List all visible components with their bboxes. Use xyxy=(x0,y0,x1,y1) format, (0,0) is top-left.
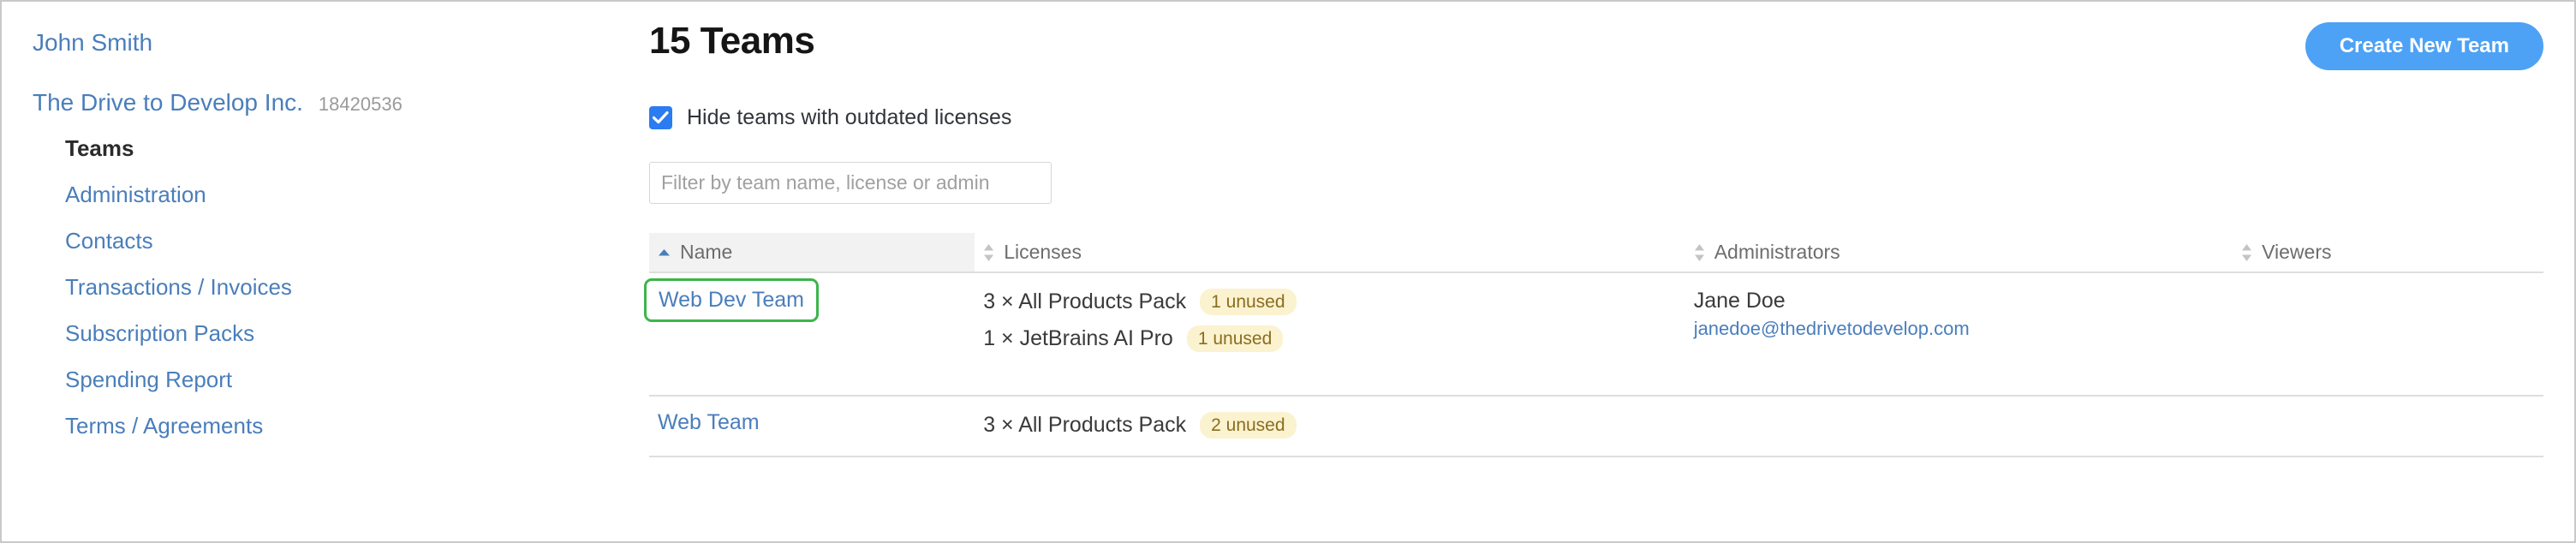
sidebar-item-spending-report[interactable]: Spending Report xyxy=(65,368,635,391)
cell-administrators xyxy=(1685,396,2233,457)
sidebar-org-id: 18420536 xyxy=(318,93,402,115)
sidebar-item-contacts[interactable]: Contacts xyxy=(65,230,635,252)
sort-both-icon xyxy=(1694,243,1705,262)
sort-ascending-icon xyxy=(658,248,671,257)
column-header-administrators-label: Administrators xyxy=(1714,241,1840,263)
sidebar-item-teams[interactable]: Teams xyxy=(65,137,635,159)
page-header: 15 Teams Create New Team xyxy=(649,2,2543,70)
column-header-viewers[interactable]: Viewers xyxy=(2233,233,2543,273)
cell-team-name: Web Dev Team xyxy=(644,272,975,397)
cell-administrators: Jane Doe janedoe@thedrivetodevelop.com xyxy=(1685,272,2233,397)
column-header-viewers-label: Viewers xyxy=(2262,241,2332,263)
column-header-administrators[interactable]: Administrators xyxy=(1685,233,2233,273)
cell-viewers xyxy=(2233,396,2543,457)
license-unused-badge: 2 unused xyxy=(1200,412,1297,439)
sidebar-item-terms-agreements[interactable]: Terms / Agreements xyxy=(65,415,635,437)
license-unused-badge: 1 unused xyxy=(1200,289,1297,315)
sidebar-org-link[interactable]: The Drive to Develop Inc. xyxy=(33,91,303,115)
sidebar-user-link[interactable]: John Smith xyxy=(33,31,152,55)
table-row: Web Dev Team 3 × All Products Pack 1 unu… xyxy=(644,272,2543,397)
teams-table: Name Licenses Administrators Viewers Web… xyxy=(644,233,2543,457)
create-new-team-button[interactable]: Create New Team xyxy=(2305,22,2543,70)
sidebar-nav: Teams Administration Contacts Transactio… xyxy=(33,137,635,437)
cell-viewers xyxy=(2233,272,2543,397)
checkmark-icon xyxy=(653,111,669,124)
sidebar-item-subscription-packs[interactable]: Subscription Packs xyxy=(65,322,635,344)
column-header-licenses-label: Licenses xyxy=(1004,241,1082,263)
team-name-link-web-dev-team[interactable]: Web Dev Team xyxy=(644,278,819,322)
hide-outdated-checkbox[interactable] xyxy=(649,106,672,129)
filter-input[interactable] xyxy=(649,162,1052,204)
teams-table-head: Name Licenses Administrators Viewers xyxy=(649,233,2543,273)
administrator-name: Jane Doe xyxy=(1693,289,1786,313)
column-header-name[interactable]: Name xyxy=(649,233,975,273)
team-name-link-web-team[interactable]: Web Team xyxy=(658,412,760,433)
main-content: 15 Teams Create New Team Hide teams with… xyxy=(635,2,2574,541)
license-text: 1 × JetBrains AI Pro xyxy=(983,326,1173,350)
page-title: 15 Teams xyxy=(649,20,815,62)
cell-licenses: 3 × All Products Pack 2 unused xyxy=(975,396,1685,457)
table-header-row: Name Licenses Administrators Viewers xyxy=(649,233,2543,273)
teams-table-body: Web Dev Team 3 × All Products Pack 1 unu… xyxy=(644,272,2543,457)
teams-page: John Smith The Drive to Develop Inc. 184… xyxy=(0,0,2576,543)
column-header-licenses[interactable]: Licenses xyxy=(975,233,1685,273)
license-line: 3 × All Products Pack 2 unused xyxy=(983,412,1685,439)
cell-licenses: 3 × All Products Pack 1 unused 1 × JetBr… xyxy=(975,272,1685,397)
license-text: 3 × All Products Pack xyxy=(983,413,1187,437)
sort-both-icon xyxy=(983,243,994,262)
filter-row xyxy=(649,162,2543,204)
sidebar-organization: The Drive to Develop Inc. 18420536 xyxy=(33,91,635,115)
sidebar-item-administration[interactable]: Administration xyxy=(65,183,635,206)
license-line: 1 × JetBrains AI Pro 1 unused xyxy=(983,325,1685,352)
column-header-name-label: Name xyxy=(680,241,733,263)
administrator-email-link[interactable]: janedoe@thedrivetodevelop.com xyxy=(1694,317,1970,342)
hide-outdated-label[interactable]: Hide teams with outdated licenses xyxy=(687,107,1011,128)
license-unused-badge: 1 unused xyxy=(1186,325,1284,352)
sort-both-icon xyxy=(2241,243,2252,262)
table-row: Web Team 3 × All Products Pack 2 unused xyxy=(649,396,2543,457)
license-text: 3 × All Products Pack xyxy=(983,289,1187,313)
sidebar: John Smith The Drive to Develop Inc. 184… xyxy=(2,2,635,541)
license-line: 3 × All Products Pack 1 unused xyxy=(983,289,1685,315)
cell-team-name: Web Team xyxy=(649,396,975,457)
sidebar-item-transactions-invoices[interactable]: Transactions / Invoices xyxy=(65,276,635,298)
hide-outdated-licenses-row[interactable]: Hide teams with outdated licenses xyxy=(649,106,2543,129)
